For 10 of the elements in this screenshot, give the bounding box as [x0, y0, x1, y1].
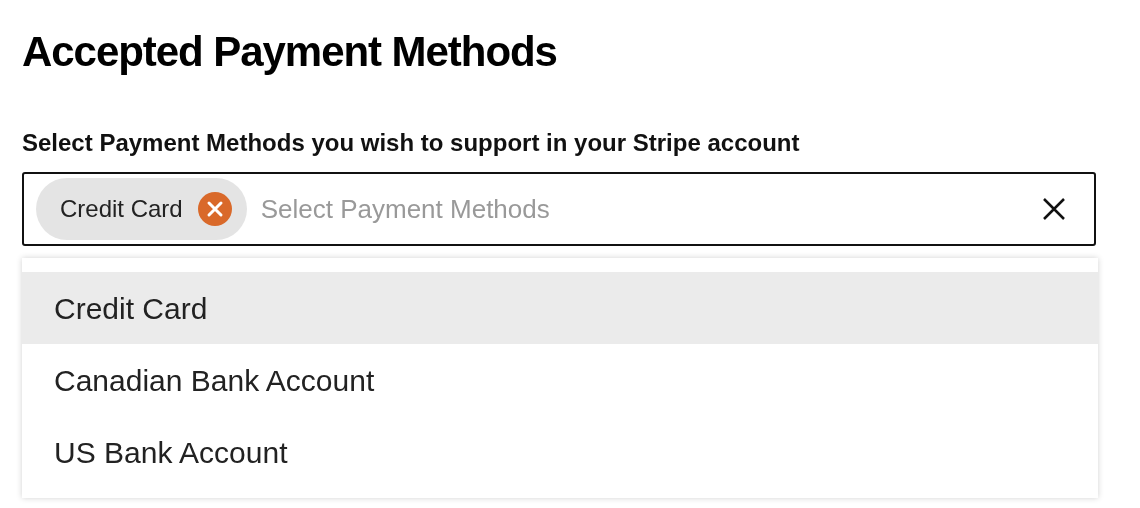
field-label: Select Payment Methods you wish to support in your Stripe account: [22, 128, 801, 158]
dropdown-option[interactable]: Canadian Bank Account: [22, 344, 1098, 416]
remove-icon[interactable]: [196, 191, 233, 227]
search-input[interactable]: Select Payment Methods: [260, 189, 1028, 229]
dropdown-option[interactable]: US Bank Account: [22, 416, 1098, 488]
page-title: Accepted Payment Methods: [22, 27, 558, 77]
select-field[interactable]: Credit Card Select Payment Methods: [22, 172, 1096, 246]
dropdown-option[interactable]: Credit Card: [22, 272, 1098, 344]
clear-icon[interactable]: [1042, 197, 1066, 221]
chip-label: Credit Card: [60, 194, 183, 224]
